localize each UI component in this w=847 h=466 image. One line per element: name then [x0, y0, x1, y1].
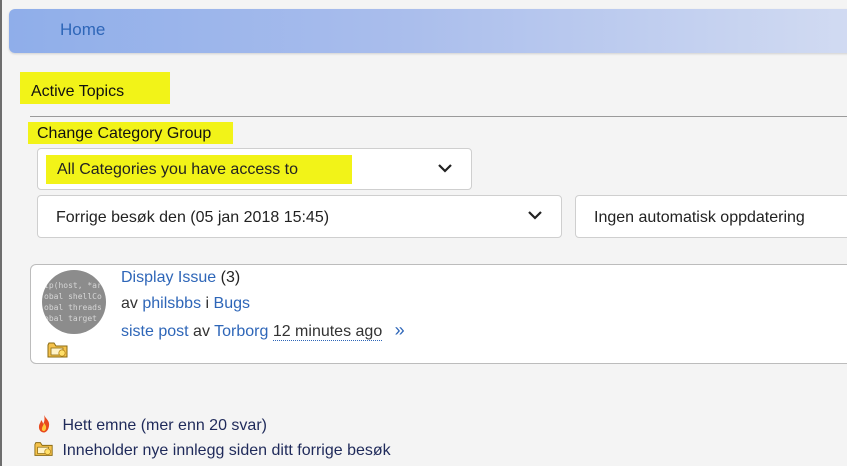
- goto-last-post-icon[interactable]: »: [395, 320, 405, 340]
- by-word: av: [121, 295, 138, 312]
- since-visit-value: Forrige besøk den (05 jan 2018 15:45): [56, 209, 330, 226]
- folder-new-icon: [34, 442, 53, 456]
- legend-new-text: Inneholder nye innlegg siden ditt forrig…: [62, 442, 391, 459]
- topic-title-line: Display Issue (3): [121, 269, 240, 287]
- topic-forum-link[interactable]: Bugs: [214, 295, 250, 312]
- topic-title-link[interactable]: Display Issue: [121, 269, 216, 286]
- topic-author-link[interactable]: philsbbs: [142, 295, 201, 312]
- breadcrumb: Home: [9, 9, 847, 53]
- category-group-select[interactable]: All Categories you have access to: [37, 148, 472, 190]
- auto-refresh-value: Ingen automatisk oppdatering: [594, 209, 805, 226]
- avatar-code-text: ip(host, *ar obal shellCo obal threads o…: [44, 281, 102, 323]
- topic-meta-line: av philsbbs i Bugs: [121, 295, 250, 313]
- auto-refresh-select[interactable]: Ingen automatisk oppdatering: [575, 195, 847, 238]
- section-divider: [30, 116, 847, 117]
- legend-hot-text: Hett emne (mer enn 20 svar): [62, 417, 267, 434]
- topic-card: ip(host, *ar obal shellCo obal threads o…: [30, 264, 847, 364]
- category-group-value: All Categories you have access to: [57, 161, 299, 178]
- flame-icon: [38, 415, 50, 433]
- by-word: av: [193, 323, 210, 340]
- last-poster-link[interactable]: Torborg: [214, 323, 268, 340]
- avatar[interactable]: ip(host, *ar obal shellCo obal threads o…: [42, 270, 106, 334]
- window-left-border: [0, 0, 2, 466]
- legend-new: Inneholder nye innlegg siden ditt forrig…: [34, 439, 391, 460]
- last-post-link[interactable]: siste post: [121, 323, 189, 340]
- topic-reply-count: (3): [220, 269, 241, 286]
- page-title: Active Topics: [20, 72, 170, 104]
- topic-lastpost-line: siste post av Torborg 12 minutes ago »: [121, 320, 405, 341]
- since-visit-select[interactable]: Forrige besøk den (05 jan 2018 15:45): [37, 195, 562, 238]
- legend-hot: Hett emne (mer enn 20 svar): [34, 414, 267, 435]
- chevron-down-icon: [438, 164, 452, 173]
- folder-new-icon: [47, 342, 68, 358]
- in-word: i: [205, 295, 210, 312]
- chevron-down-icon: [528, 211, 542, 220]
- category-group-label: Change Category Group: [28, 122, 233, 144]
- breadcrumb-home-link[interactable]: Home: [60, 20, 105, 40]
- last-post-time: 12 minutes ago: [272, 323, 383, 341]
